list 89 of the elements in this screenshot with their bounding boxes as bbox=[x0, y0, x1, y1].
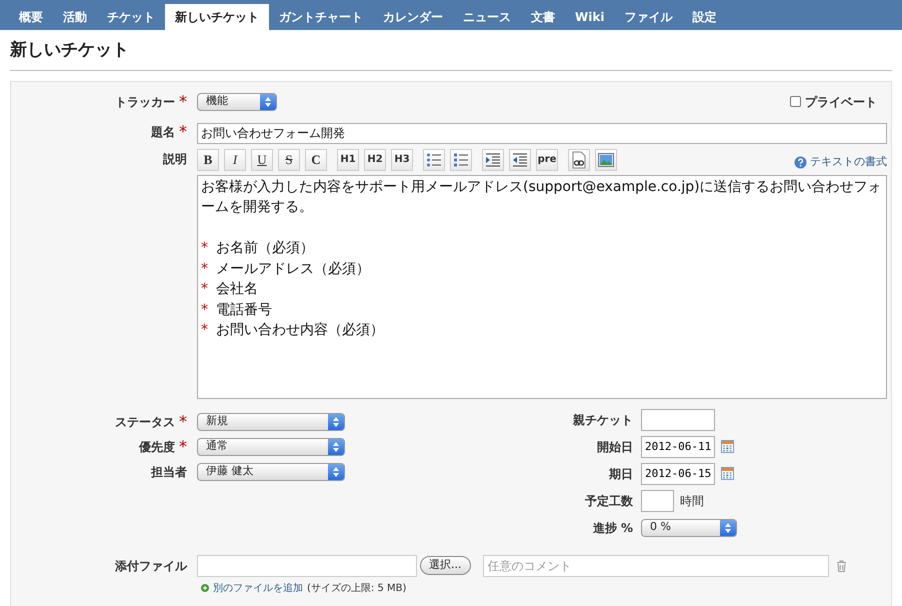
bullet-mark: * bbox=[201, 260, 208, 276]
bullet-mark: * bbox=[201, 302, 208, 318]
add-file-link[interactable]: 別のファイルを追加 bbox=[213, 580, 303, 596]
toolbar-button[interactable]: C bbox=[305, 148, 327, 170]
bullet-mark: * bbox=[201, 322, 208, 338]
nav-tab[interactable]: 活動 bbox=[53, 4, 97, 30]
nav-tab[interactable]: ファイル bbox=[614, 4, 682, 30]
stepper-icon bbox=[328, 464, 344, 480]
hours-field[interactable] bbox=[641, 490, 674, 512]
image-icon bbox=[598, 152, 614, 166]
field-label: 題名 bbox=[151, 124, 175, 140]
select-dropdown[interactable]: 0 % bbox=[641, 518, 737, 536]
field-label: 担当者 bbox=[151, 464, 187, 480]
nav-tab[interactable]: 概要 bbox=[9, 4, 53, 30]
toolbar-button[interactable]: I bbox=[224, 148, 246, 170]
stepper-icon bbox=[720, 520, 736, 536]
help-link[interactable]: テキストの書式 bbox=[794, 154, 887, 170]
parent-ticket-field[interactable] bbox=[641, 408, 715, 430]
toolbar-button[interactable]: H3 bbox=[391, 148, 413, 170]
field-label: ステータス bbox=[115, 414, 175, 430]
subject-field[interactable]: お問い合わせフォーム開発 bbox=[197, 122, 887, 144]
field-label: 添付ファイル bbox=[115, 558, 187, 574]
toolbar-button[interactable] bbox=[423, 148, 445, 170]
description-text: お名前（必須） bbox=[216, 240, 314, 256]
required-mark: * bbox=[179, 436, 187, 458]
required-mark: * bbox=[179, 90, 187, 112]
unit-text: 時間 bbox=[680, 492, 704, 510]
toolbar-button[interactable]: B bbox=[197, 148, 219, 170]
description-textarea[interactable]: お客様が入力した内容をサポート用メールアドレス(support@example.co.jp)に送信するお問い合わせフォームを開発する。 * お名前（必須） * メールアドレス（必須） * 会社名 * 電話番号 * お問い合わせ内容（必須） bbox=[197, 174, 887, 398]
file-field[interactable] bbox=[197, 554, 417, 576]
description-text: メールアドレス（必須） bbox=[216, 260, 370, 276]
bullet-list-icon bbox=[426, 152, 442, 166]
indent-icon bbox=[485, 152, 501, 166]
calendar-icon[interactable] bbox=[721, 467, 734, 480]
toolbar-button[interactable]: pre bbox=[536, 148, 558, 170]
select-dropdown[interactable]: 新規 bbox=[197, 412, 345, 430]
nav-tab[interactable]: 文書 bbox=[521, 4, 565, 30]
field-label: 予定工数 bbox=[585, 492, 633, 510]
toolbar-button[interactable]: U bbox=[251, 148, 273, 170]
field-label: 親チケット bbox=[573, 412, 633, 428]
toolbar-button[interactable]: S bbox=[278, 148, 300, 170]
help-icon bbox=[794, 156, 807, 169]
calendar-icon[interactable] bbox=[721, 440, 734, 453]
date-field[interactable]: 2012-06-15 bbox=[641, 462, 715, 484]
date-field[interactable]: 2012-06-11 bbox=[641, 436, 715, 458]
toolbar-button[interactable] bbox=[450, 148, 472, 170]
toolbar-button[interactable] bbox=[509, 148, 531, 170]
page-title: 新しいチケット bbox=[10, 39, 130, 62]
select-dropdown[interactable]: 伊藤 健太 bbox=[197, 462, 345, 480]
bullet-mark: * bbox=[201, 240, 208, 256]
browse-button[interactable]: 選択... bbox=[420, 556, 470, 575]
bullet-mark: * bbox=[201, 281, 208, 297]
field-label: 説明 bbox=[163, 150, 187, 168]
description-text: 会社名 bbox=[216, 281, 258, 297]
toolbar-button[interactable]: H1 bbox=[337, 148, 359, 170]
toolbar-button[interactable] bbox=[482, 148, 504, 170]
select-dropdown[interactable]: 機能 bbox=[197, 92, 277, 110]
description-text: お客様が入力した内容をサポート用メールアドレス(support@example.co.jp)に送信するお問い合わせフォームを開発する。 bbox=[201, 178, 882, 215]
field-label: 開始日 bbox=[597, 438, 633, 456]
stepper-icon bbox=[328, 414, 344, 430]
select-dropdown[interactable]: 通常 bbox=[197, 438, 345, 456]
stepper-icon bbox=[328, 438, 344, 454]
field-label: 進捗 % bbox=[592, 520, 633, 536]
nav-tab[interactable]: ニュース bbox=[453, 4, 521, 30]
add-icon bbox=[201, 584, 209, 592]
nav-tab[interactable]: ガントチャート bbox=[269, 4, 373, 30]
nav-tab[interactable]: 新しいチケット bbox=[165, 4, 269, 30]
description-text: お問い合わせ内容（必須） bbox=[216, 322, 384, 338]
field-label: 期日 bbox=[609, 466, 633, 482]
numbered-list-icon bbox=[453, 152, 469, 166]
trash-icon[interactable] bbox=[836, 560, 846, 572]
outdent-icon bbox=[512, 152, 528, 166]
checkbox[interactable] bbox=[790, 96, 801, 107]
toolbar-button[interactable]: H2 bbox=[364, 148, 386, 170]
nav-tab[interactable]: 設定 bbox=[682, 4, 726, 30]
nav-tab[interactable]: チケット bbox=[97, 4, 165, 30]
toolbar-button[interactable] bbox=[568, 148, 590, 170]
stepper-icon bbox=[260, 94, 276, 110]
nav-tab[interactable]: Wiki bbox=[565, 4, 614, 30]
description-text: 電話番号 bbox=[216, 302, 272, 318]
field-label: 優先度 bbox=[139, 438, 175, 456]
document-link-icon bbox=[572, 150, 586, 168]
nav-tab[interactable]: カレンダー bbox=[373, 4, 453, 30]
checkbox-label: プライベート bbox=[805, 94, 877, 110]
required-mark: * bbox=[179, 120, 187, 142]
required-mark: * bbox=[179, 410, 187, 432]
field-label: トラッカー bbox=[115, 94, 175, 110]
comment-field[interactable]: 任意のコメント bbox=[482, 554, 828, 576]
size-note: (サイズの上限: 5 MB) bbox=[307, 582, 406, 596]
